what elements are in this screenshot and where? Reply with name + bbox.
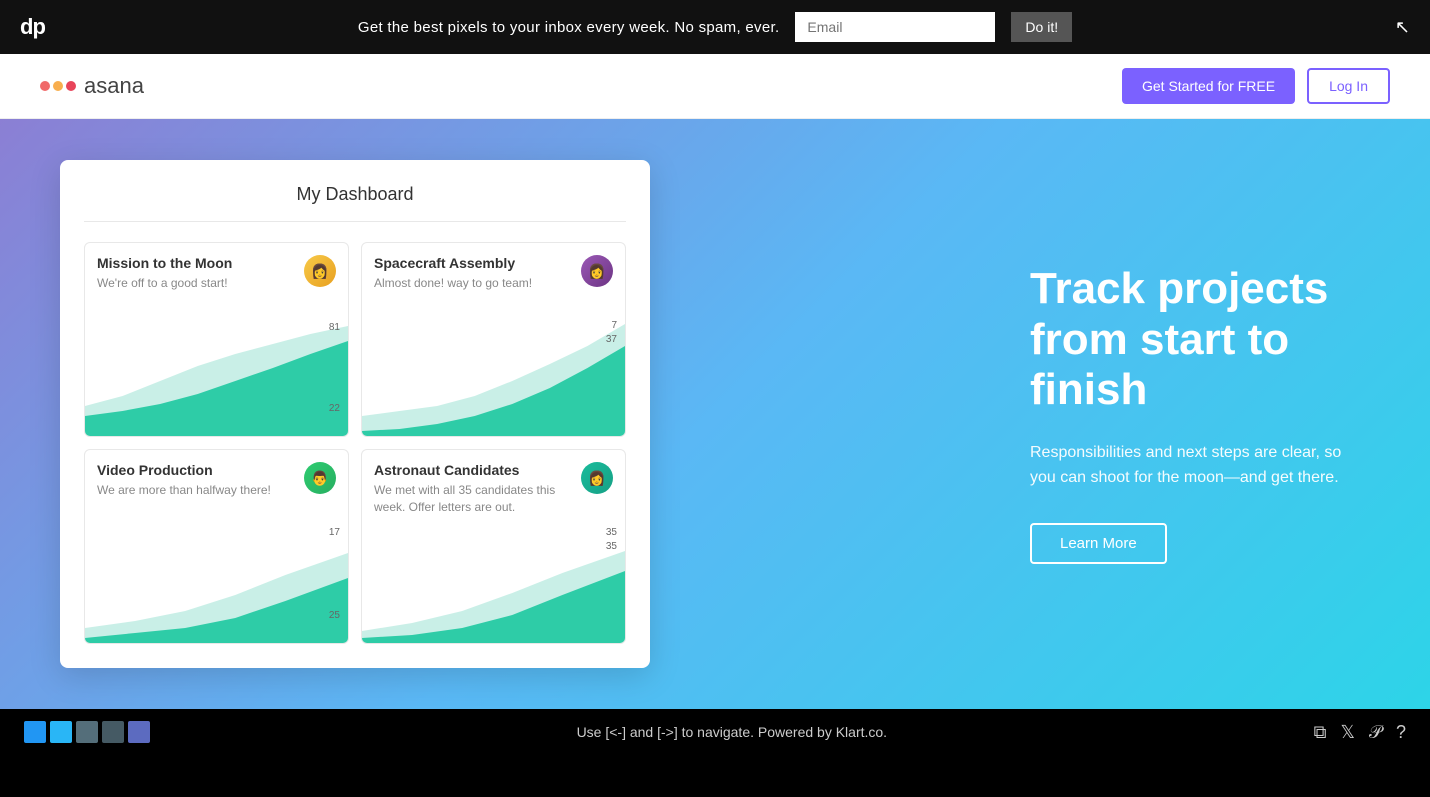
help-icon[interactable]: ? (1396, 722, 1406, 743)
asana-logo: asana (40, 73, 144, 99)
project-title-video: Video Production (97, 462, 271, 478)
project-desc-video: We are more than halfway there! (97, 482, 271, 499)
avatar-moon: 👩 (304, 255, 336, 287)
chart-label-spacecraft-top: 7 (611, 320, 617, 331)
project-card-astronaut: Astronaut Candidates We met with all 35 … (361, 449, 626, 644)
chart-moon: 81 22 (85, 316, 348, 436)
project-desc-spacecraft: Almost done! way to go team! (374, 275, 532, 292)
cursor-icon: ↖ (1395, 17, 1410, 38)
chart-label-astronaut-bottom: 35 (606, 541, 617, 552)
do-it-button[interactable]: Do it! (1011, 12, 1072, 42)
avatar-spacecraft: 👩 (581, 255, 613, 287)
dashboard-card: My Dashboard Mission to the Moon We're o… (60, 160, 650, 668)
swatch-1[interactable] (24, 721, 46, 743)
hero-text: Track projects from start to finish Resp… (990, 264, 1370, 564)
asana-header: asana Get Started for FREE Log In (0, 54, 1430, 119)
chart-spacecraft: 7 37 (362, 316, 625, 436)
promo-text: Get the best pixels to your inbox every … (358, 19, 780, 36)
get-started-button[interactable]: Get Started for FREE (1122, 68, 1295, 104)
project-title-astronaut: Astronaut Candidates (374, 462, 581, 478)
asana-dots (40, 81, 76, 91)
login-button[interactable]: Log In (1307, 68, 1390, 104)
bottom-nav-text: Use [<-] and [->] to navigate. Powered b… (577, 724, 888, 740)
chart-video: 17 25 (85, 523, 348, 643)
avatar-astronaut: 👩 (581, 462, 613, 494)
pinterest-icon[interactable]: 𝒫 (1369, 722, 1382, 743)
dashboard-title: My Dashboard (84, 184, 626, 222)
project-card-moon: Mission to the Moon We're off to a good … (84, 242, 349, 437)
project-card-spacecraft: Spacecraft Assembly Almost done! way to … (361, 242, 626, 437)
project-card-video: Video Production We are more than halfwa… (84, 449, 349, 644)
bottom-bar: Use [<-] and [->] to navigate. Powered b… (0, 709, 1430, 755)
chart-label-astronaut-top: 35 (606, 527, 617, 538)
hero-body: Responsibilities and next steps are clea… (1030, 440, 1370, 491)
project-title-moon: Mission to the Moon (97, 255, 232, 271)
hero-section: My Dashboard Mission to the Moon We're o… (0, 119, 1430, 709)
dot-red (66, 81, 76, 91)
swatch-2[interactable] (50, 721, 72, 743)
swatch-5[interactable] (128, 721, 150, 743)
asana-name: asana (84, 73, 144, 99)
bottom-icons: ⧉ 𝕏 𝒫 ? (1314, 722, 1406, 743)
avatar-video: 👨 (304, 462, 336, 494)
project-title-spacecraft: Spacecraft Assembly (374, 255, 532, 271)
color-swatches (24, 721, 150, 743)
chart-label-video-bottom: 25 (329, 610, 340, 621)
dot-pink (40, 81, 50, 91)
swatch-3[interactable] (76, 721, 98, 743)
chart-astronaut: 35 35 (362, 523, 625, 643)
dp-logo: dp (20, 14, 45, 40)
twitter-icon[interactable]: 𝕏 (1340, 722, 1355, 743)
learn-more-button[interactable]: Learn More (1030, 523, 1167, 564)
top-bar: dp Get the best pixels to your inbox eve… (0, 0, 1430, 54)
email-input[interactable] (795, 12, 995, 42)
asana-header-right: Get Started for FREE Log In (1122, 68, 1390, 104)
project-desc-astronaut: We met with all 35 candidates this week.… (374, 482, 581, 516)
chart-label-moon-bottom: 22 (329, 403, 340, 414)
swatch-4[interactable] (102, 721, 124, 743)
project-grid: Mission to the Moon We're off to a good … (84, 242, 626, 644)
external-link-icon[interactable]: ⧉ (1314, 722, 1327, 743)
chart-label-moon-top: 81 (329, 320, 340, 336)
hero-heading: Track projects from start to finish (1030, 264, 1370, 416)
project-desc-moon: We're off to a good start! (97, 275, 232, 292)
chart-label-spacecraft-mid: 37 (606, 334, 617, 345)
dot-orange (53, 81, 63, 91)
chart-label-video-top: 17 (329, 527, 340, 538)
